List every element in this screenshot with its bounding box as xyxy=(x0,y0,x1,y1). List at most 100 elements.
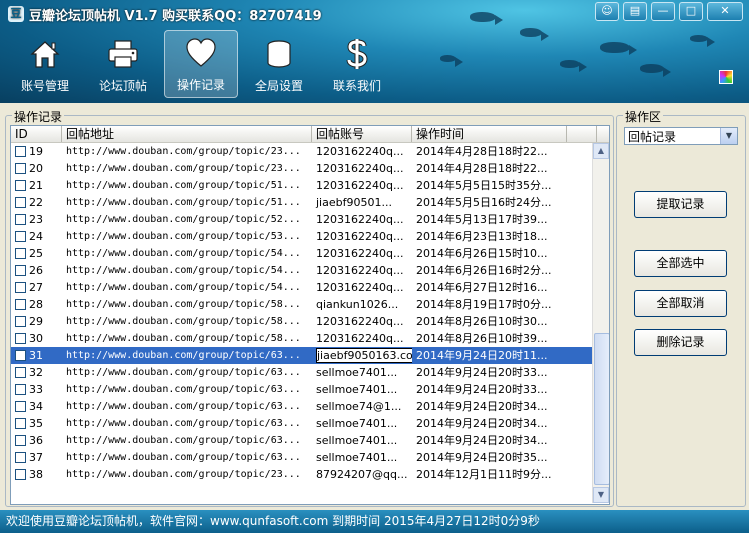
table-row[interactable]: 31 http://www.douban.com/group/topic/63..… xyxy=(11,347,609,364)
row-id-cell: 25 xyxy=(11,245,62,262)
row-checkbox[interactable] xyxy=(15,401,26,412)
row-checkbox[interactable] xyxy=(15,316,26,327)
row-id-cell: 19 xyxy=(11,143,62,160)
scroll-down-icon[interactable]: ▼ xyxy=(593,487,609,503)
nav-label: 账号管理 xyxy=(20,79,69,93)
table-row[interactable]: 35 http://www.douban.com/group/topic/63..… xyxy=(11,415,609,432)
table-row[interactable]: 38 http://www.douban.com/group/topic/23..… xyxy=(11,466,609,483)
table-row[interactable]: 36 http://www.douban.com/group/topic/63..… xyxy=(11,432,609,449)
col-url[interactable]: 回帖地址 xyxy=(62,126,312,142)
nav-contact-us[interactable]: 联系我们 xyxy=(320,30,394,98)
row-id-cell: 22 xyxy=(11,194,62,211)
row-checkbox[interactable] xyxy=(15,435,26,446)
scroll-up-icon[interactable]: ▲ xyxy=(593,143,609,159)
row-checkbox[interactable] xyxy=(15,452,26,463)
row-checkbox[interactable] xyxy=(15,282,26,293)
row-url: http://www.douban.com/group/topic/23... xyxy=(66,163,301,174)
table-row[interactable]: 23 http://www.douban.com/group/topic/52..… xyxy=(11,211,609,228)
row-checkbox[interactable] xyxy=(15,231,26,242)
row-time: 2014年9月24日20时11... xyxy=(416,349,548,362)
table-row[interactable]: 34 http://www.douban.com/group/topic/63..… xyxy=(11,398,609,415)
nav-global-settings[interactable]: 全局设置 xyxy=(242,30,316,98)
table-row[interactable]: 27 http://www.douban.com/group/topic/54..… xyxy=(11,279,609,296)
delete-records-button[interactable]: 删除记录 xyxy=(634,329,727,356)
row-account-cell: 1203162240q... xyxy=(312,313,412,330)
operations-group-label: 操作区 xyxy=(623,108,664,125)
row-account-cell: jiaebf9050163.com xyxy=(312,347,412,364)
row-time: 2014年5月13日17时39... xyxy=(416,213,548,226)
row-account: sellmoe7401... xyxy=(316,383,398,396)
row-checkbox[interactable] xyxy=(15,248,26,259)
deselect-all-button[interactable]: 全部取消 xyxy=(634,290,727,317)
col-time[interactable]: 操作时间 xyxy=(412,126,567,142)
row-time: 2014年6月26日16时2分... xyxy=(416,264,552,277)
row-id: 34 xyxy=(29,400,43,413)
row-url: http://www.douban.com/group/topic/63... xyxy=(66,384,301,395)
table-row[interactable]: 25 http://www.douban.com/group/topic/54..… xyxy=(11,245,609,262)
chat-icon[interactable]: ☺ xyxy=(595,2,619,21)
col-account[interactable]: 回帖账号 xyxy=(312,126,412,142)
row-checkbox[interactable] xyxy=(15,350,26,361)
status-bar: 欢迎使用豆瓣论坛顶帖机，软件官网：www.qunfasoft.com 到期时间 … xyxy=(0,510,749,533)
maximize-button[interactable]: □ xyxy=(679,2,703,21)
row-checkbox[interactable] xyxy=(15,180,26,191)
table-row[interactable]: 29 http://www.douban.com/group/topic/58..… xyxy=(11,313,609,330)
chevron-down-icon[interactable]: ▼ xyxy=(720,128,737,144)
main-nav: 账号管理 论坛顶帖 操作记录 全局设置 联系我们 xyxy=(8,30,394,98)
row-time: 2014年9月24日20时35... xyxy=(416,451,548,464)
select-all-button[interactable]: 全部选中 xyxy=(634,250,727,277)
minimize-button[interactable]: — xyxy=(651,2,675,21)
row-checkbox[interactable] xyxy=(15,146,26,157)
row-checkbox[interactable] xyxy=(15,333,26,344)
scroll-thumb[interactable] xyxy=(594,333,609,485)
table-row[interactable]: 30 http://www.douban.com/group/topic/58..… xyxy=(11,330,609,347)
extract-records-button[interactable]: 提取记录 xyxy=(634,191,727,218)
row-id: 24 xyxy=(29,230,43,243)
row-checkbox[interactable] xyxy=(15,367,26,378)
row-account: jiaebf9050163.com xyxy=(316,348,412,363)
row-checkbox[interactable] xyxy=(15,299,26,310)
nav-account-management[interactable]: 账号管理 xyxy=(8,30,82,98)
row-account-cell: sellmoe7401... xyxy=(312,415,412,432)
table-row[interactable]: 20 http://www.douban.com/group/topic/23..… xyxy=(11,160,609,177)
table-row[interactable]: 26 http://www.douban.com/group/topic/54..… xyxy=(11,262,609,279)
row-account-cell: 1203162240q... xyxy=(312,211,412,228)
table-row[interactable]: 24 http://www.douban.com/group/topic/53..… xyxy=(11,228,609,245)
table-row[interactable]: 21 http://www.douban.com/group/topic/51..… xyxy=(11,177,609,194)
table-row[interactable]: 28 http://www.douban.com/group/topic/58..… xyxy=(11,296,609,313)
row-account: sellmoe7401... xyxy=(316,366,398,379)
table-row[interactable]: 37 http://www.douban.com/group/topic/63..… xyxy=(11,449,609,466)
menu-icon[interactable]: ▤ xyxy=(623,2,647,21)
row-account-cell: sellmoe74@1... xyxy=(312,398,412,415)
table-row[interactable]: 19 http://www.douban.com/group/topic/23..… xyxy=(11,143,609,160)
row-id-cell: 38 xyxy=(11,466,62,483)
row-id: 28 xyxy=(29,298,43,311)
nav-forum-bump[interactable]: 论坛顶帖 xyxy=(86,30,160,98)
row-time: 2014年9月24日20时34... xyxy=(416,434,548,447)
row-account: 1203162240q... xyxy=(316,247,404,260)
row-account-cell: qiankun1026... xyxy=(312,296,412,313)
skin-palette-icon[interactable] xyxy=(719,70,733,84)
row-account: 1203162240q... xyxy=(316,145,404,158)
row-checkbox[interactable] xyxy=(15,197,26,208)
close-button[interactable]: ✕ xyxy=(707,2,743,21)
row-id-cell: 26 xyxy=(11,262,62,279)
col-id[interactable]: ID xyxy=(11,126,62,142)
vertical-scrollbar[interactable]: ▲ ▼ xyxy=(592,143,609,503)
row-checkbox[interactable] xyxy=(15,214,26,225)
row-checkbox[interactable] xyxy=(15,163,26,174)
table-row[interactable]: 22 http://www.douban.com/group/topic/51..… xyxy=(11,194,609,211)
row-account-cell: jiaebf90501... xyxy=(312,194,412,211)
nav-label: 联系我们 xyxy=(332,79,381,93)
row-checkbox[interactable] xyxy=(15,384,26,395)
record-type-select[interactable]: 回帖记录 ▼ xyxy=(624,127,738,145)
app-logo-icon: 豆 xyxy=(8,6,24,22)
row-account: jiaebf90501... xyxy=(316,196,392,209)
table-row[interactable]: 33 http://www.douban.com/group/topic/63..… xyxy=(11,381,609,398)
row-checkbox[interactable] xyxy=(15,469,26,480)
row-url: http://www.douban.com/group/topic/54... xyxy=(66,265,301,276)
row-checkbox[interactable] xyxy=(15,418,26,429)
nav-operation-records[interactable]: 操作记录 xyxy=(164,30,238,98)
row-checkbox[interactable] xyxy=(15,265,26,276)
table-row[interactable]: 32 http://www.douban.com/group/topic/63..… xyxy=(11,364,609,381)
